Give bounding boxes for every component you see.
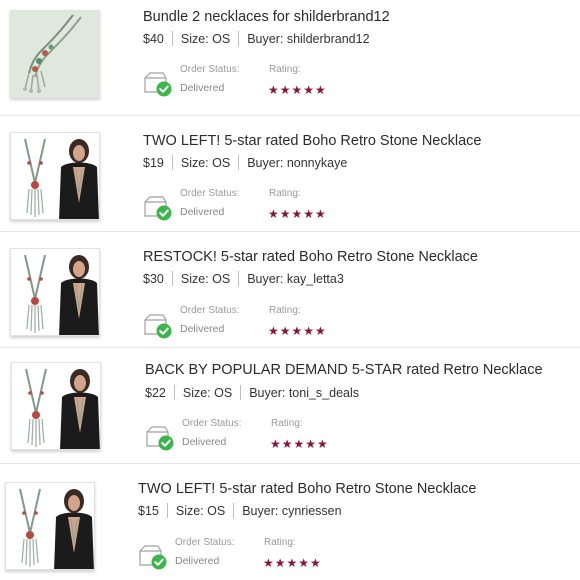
order-price: $40 [143,31,164,46]
buyer-prefix: Buyer: [247,31,284,46]
separator [171,155,173,170]
order-row[interactable]: TWO LEFT! 5-star rated Boho Retro Stone … [0,116,580,232]
buyer-prefix: Buyer: [247,271,284,286]
order-title[interactable]: RESTOCK! 5-star rated Boho Retro Stone N… [143,249,478,265]
rating-label: Rating: [269,188,301,199]
necklace-photo-icon[interactable] [10,10,100,98]
size-prefix: Size: [180,271,209,286]
order-title[interactable]: Bundle 2 necklaces for shilderbrand12 [143,9,390,25]
buyer-prefix: Buyer: [249,385,286,400]
size-prefix: Size: [180,31,209,46]
separator [166,503,168,518]
size-prefix: Size: [182,385,211,400]
separator [171,31,173,46]
order-status-value: Delivered [180,82,225,94]
order-price: $30 [143,271,164,286]
order-size: OS [214,385,233,400]
size-prefix: Size: [175,503,204,518]
order-title[interactable]: TWO LEFT! 5-star rated Boho Retro Stone … [143,133,481,149]
order-price: $19 [143,155,164,170]
order-title[interactable]: TWO LEFT! 5-star rated Boho Retro Stone … [138,481,476,497]
rating-stars: ★★★★★ [270,437,329,451]
order-price: $15 [138,503,159,518]
rating-label: Rating: [269,64,301,75]
order-row[interactable]: TWO LEFT! 5-star rated Boho Retro Stone … [0,464,580,580]
order-status-value: Delivered [180,206,225,218]
size-prefix: Size: [180,155,209,170]
delivered-box-check-icon [144,314,172,339]
separator [238,155,240,170]
buyer-prefix: Buyer: [242,503,279,518]
buyer-prefix: Buyer: [247,155,284,170]
necklace-model-photo-icon[interactable] [10,248,100,336]
order-meta: $15 Size: OS Buyer: cynriessen [138,503,342,518]
order-status-label: Order Status: [175,537,235,548]
order-row[interactable]: BACK BY POPULAR DEMAND 5-STAR rated Retr… [0,348,580,464]
order-buyer[interactable]: nonnykaye [287,156,347,170]
separator [238,271,240,286]
delivered-box-check-icon [146,426,174,451]
delivered-box-check-icon [144,196,172,221]
order-title[interactable]: BACK BY POPULAR DEMAND 5-STAR rated Retr… [145,362,543,378]
order-size: OS [212,271,231,286]
separator [171,271,173,286]
order-buyer[interactable]: kay_letta3 [287,272,344,286]
order-meta: $19 Size: OS Buyer: nonnykaye [143,155,347,170]
order-row[interactable]: RESTOCK! 5-star rated Boho Retro Stone N… [0,232,580,348]
order-size: OS [207,503,226,518]
order-size: OS [212,155,231,170]
rating-stars: ★★★★★ [268,207,327,221]
necklace-model-photo-icon[interactable] [11,362,101,450]
order-status-label: Order Status: [180,188,240,199]
order-buyer[interactable]: cynriessen [282,504,342,518]
necklace-model-photo-icon[interactable] [5,482,95,570]
order-buyer[interactable]: shilderbrand12 [287,32,370,46]
separator [240,385,242,400]
order-size: OS [212,31,231,46]
order-status-label: Order Status: [182,418,242,429]
order-meta: $40 Size: OS Buyer: shilderbrand12 [143,31,370,46]
order-row[interactable]: Bundle 2 necklaces for shilderbrand12 $4… [0,0,580,116]
order-status-value: Delivered [182,436,227,448]
rating-label: Rating: [271,418,303,429]
sold-orders-list: Bundle 2 necklaces for shilderbrand12 $4… [0,0,580,580]
order-status-label: Order Status: [180,305,240,316]
rating-label: Rating: [269,305,301,316]
order-status-label: Order Status: [180,64,240,75]
delivered-box-check-icon [139,545,167,570]
separator [173,385,175,400]
order-status-value: Delivered [180,323,225,335]
separator [233,503,235,518]
necklace-model-photo-icon[interactable] [10,132,100,220]
order-meta: $30 Size: OS Buyer: kay_letta3 [143,271,344,286]
order-meta: $22 Size: OS Buyer: toni_s_deals [145,385,359,400]
rating-stars: ★★★★★ [268,83,327,97]
order-buyer[interactable]: toni_s_deals [289,386,359,400]
order-price: $22 [145,385,166,400]
rating-label: Rating: [264,537,296,548]
rating-stars: ★★★★★ [263,556,322,570]
order-status-value: Delivered [175,555,220,567]
delivered-box-check-icon [144,72,172,97]
separator [238,31,240,46]
rating-stars: ★★★★★ [268,324,327,338]
